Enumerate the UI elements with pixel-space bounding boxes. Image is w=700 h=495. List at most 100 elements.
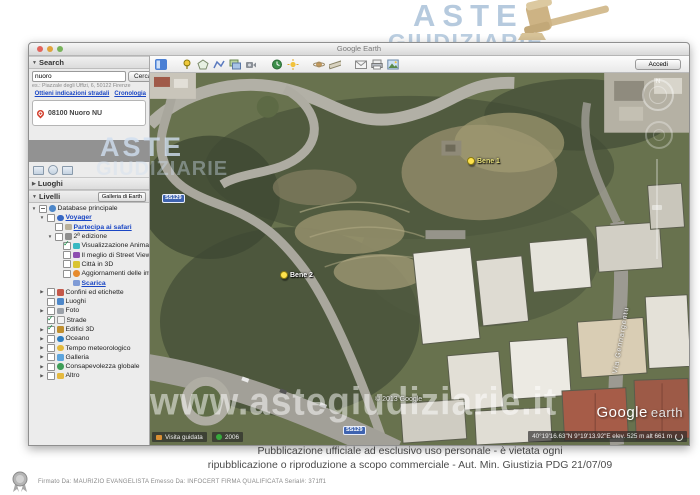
history-clock-icon[interactable] xyxy=(48,165,58,175)
layer-label[interactable]: Il meglio di Street View xyxy=(82,252,151,259)
layer-checkbox[interactable] xyxy=(63,260,71,268)
toggle-sidebar-icon[interactable] xyxy=(154,58,167,70)
map-view[interactable]: Bene 1 Bene 2 SS129 SS129 Via Gennargent… xyxy=(150,73,689,445)
layer-checkbox[interactable] xyxy=(47,363,55,371)
layer-item[interactable]: ▼ Voyager xyxy=(29,213,149,222)
layer-checkbox[interactable] xyxy=(47,335,55,343)
imagery-date-chip[interactable]: 2006 xyxy=(212,432,243,442)
layer-item[interactable]: Partecipa ai safari xyxy=(29,223,149,232)
layer-item[interactable]: Città in 3D xyxy=(29,260,149,269)
layer-label[interactable]: Oceano xyxy=(66,335,90,342)
layer-label[interactable]: Scarica xyxy=(82,280,106,287)
layer-item[interactable]: Visualizzazione Animali xyxy=(29,241,149,250)
layer-checkbox[interactable] xyxy=(47,214,55,222)
layer-label[interactable]: Città in 3D xyxy=(82,261,114,268)
layer-item[interactable]: ▶ Confini ed etichette xyxy=(29,288,149,297)
layer-item[interactable]: ▶ Oceano xyxy=(29,334,149,343)
layer-label[interactable]: Edifici 3D xyxy=(66,326,95,333)
historical-imagery-icon[interactable] xyxy=(270,58,283,70)
layers-panel-header[interactable]: ▼ Livelli Galleria di Earth xyxy=(29,190,149,203)
add-placemark-icon[interactable] xyxy=(180,58,193,70)
layer-item[interactable]: ▶ Edifici 3D xyxy=(29,325,149,334)
print-results-icon[interactable] xyxy=(62,166,73,175)
layer-label[interactable]: Luoghi xyxy=(66,298,86,305)
layer-checkbox[interactable] xyxy=(55,223,63,231)
history-link[interactable]: Cronologia xyxy=(114,91,146,97)
tree-expander-icon[interactable]: ▶ xyxy=(39,364,45,370)
collapse-right-icon: ▶ xyxy=(32,181,36,187)
print-icon[interactable] xyxy=(370,58,383,70)
window-titlebar[interactable]: Google Earth xyxy=(29,43,689,56)
planets-icon[interactable] xyxy=(312,58,325,70)
layer-item[interactable]: ▶ Altro xyxy=(29,371,149,380)
guided-tour-button[interactable]: Visita guidata xyxy=(152,432,207,442)
tree-expander-icon[interactable]: ▶ xyxy=(39,354,45,360)
layer-label[interactable]: Consapevolezza globale xyxy=(66,363,140,370)
add-polygon-icon[interactable] xyxy=(196,58,209,70)
tree-expander-icon[interactable]: ▼ xyxy=(39,215,45,220)
layer-checkbox[interactable] xyxy=(47,344,55,352)
tree-expander-icon[interactable]: ▼ xyxy=(31,206,37,211)
add-path-icon[interactable] xyxy=(212,58,225,70)
layer-label[interactable]: 2ª edizione xyxy=(74,233,108,240)
layer-checkbox[interactable] xyxy=(63,242,71,250)
record-tour-icon[interactable] xyxy=(244,58,257,70)
compass-control[interactable]: N xyxy=(642,79,674,111)
layer-label[interactable]: Partecipa ai safari xyxy=(74,224,132,231)
layer-item[interactable]: Luoghi xyxy=(29,297,149,306)
tree-expander-icon[interactable]: ▶ xyxy=(39,345,45,351)
layer-label[interactable]: Foto xyxy=(66,307,80,314)
sunlight-icon[interactable] xyxy=(286,58,299,70)
layer-label[interactable]: Visualizzazione Animali xyxy=(82,242,151,249)
ruler-icon[interactable] xyxy=(328,58,341,70)
tree-expander-icon[interactable]: ▶ xyxy=(39,289,45,295)
look-joystick-control[interactable] xyxy=(645,121,673,149)
layer-item[interactable]: Il meglio di Street View xyxy=(29,250,149,259)
placemark-bene-2[interactable]: Bene 2 xyxy=(280,271,313,279)
layer-checkbox[interactable] xyxy=(63,251,71,259)
layer-label[interactable]: Altro xyxy=(66,372,80,379)
layer-checkbox[interactable] xyxy=(55,233,63,241)
email-icon[interactable] xyxy=(354,58,367,70)
layer-checkbox[interactable] xyxy=(47,372,55,380)
layer-item[interactable]: Scarica xyxy=(29,278,149,287)
layer-checkbox[interactable] xyxy=(39,205,47,213)
guided-tour-label: Visita guidata xyxy=(165,434,203,441)
save-image-icon[interactable] xyxy=(386,58,399,70)
tree-expander-icon[interactable]: ▼ xyxy=(47,234,53,239)
layer-item[interactable]: ▼ Database principale xyxy=(29,204,149,213)
layer-checkbox[interactable] xyxy=(47,298,55,306)
directions-link[interactable]: Ottieni indicazioni stradali xyxy=(35,91,110,97)
search-result-item[interactable]: 08100 Nuoro NU xyxy=(32,100,146,126)
tree-expander-icon[interactable]: ▶ xyxy=(39,327,45,333)
placemark-bene-1[interactable]: Bene 1 xyxy=(467,157,500,165)
add-image-overlay-icon[interactable] xyxy=(228,58,241,70)
signin-button[interactable]: Accedi xyxy=(635,59,681,70)
layer-label[interactable]: Strade xyxy=(67,317,87,324)
layer-item[interactable]: Aggiornamenti delle imm... xyxy=(29,269,149,278)
layer-item[interactable]: ▶ Tempo meteorologico xyxy=(29,343,149,352)
search-panel-header[interactable]: ▼ Search xyxy=(29,56,149,69)
layer-item[interactable]: ▼ 2ª edizione xyxy=(29,232,149,241)
layer-item[interactable]: ▶ Consapevolezza globale xyxy=(29,362,149,371)
tree-expander-icon[interactable]: ▶ xyxy=(39,336,45,342)
zoom-slider-handle[interactable] xyxy=(652,205,662,210)
layer-checkbox[interactable] xyxy=(63,270,71,278)
layer-label[interactable]: Aggiornamenti delle imm... xyxy=(82,270,151,277)
layer-checkbox[interactable] xyxy=(47,326,55,334)
layer-label[interactable]: Galleria xyxy=(66,354,89,361)
tree-expander-icon[interactable]: ▶ xyxy=(39,308,45,314)
search-input[interactable] xyxy=(32,71,126,82)
layer-item[interactable]: ▶ Galleria xyxy=(29,353,149,362)
layer-label[interactable]: Confini ed etichette xyxy=(66,289,124,296)
layer-checkbox[interactable] xyxy=(47,353,55,361)
earth-gallery-button[interactable]: Galleria di Earth xyxy=(98,192,146,202)
layer-checkbox[interactable] xyxy=(47,288,55,296)
folder-icon[interactable] xyxy=(33,166,44,175)
legal-disclaimer: Pubblicazione ufficiale ad esclusivo uso… xyxy=(120,444,700,472)
layer-label[interactable]: Voyager xyxy=(66,214,92,221)
search-button[interactable]: Cerca xyxy=(128,71,150,82)
tree-expander-icon[interactable]: ▶ xyxy=(39,373,45,379)
layer-label[interactable]: Tempo meteorologico xyxy=(66,345,131,352)
layer-label[interactable]: Database principale xyxy=(58,205,118,212)
